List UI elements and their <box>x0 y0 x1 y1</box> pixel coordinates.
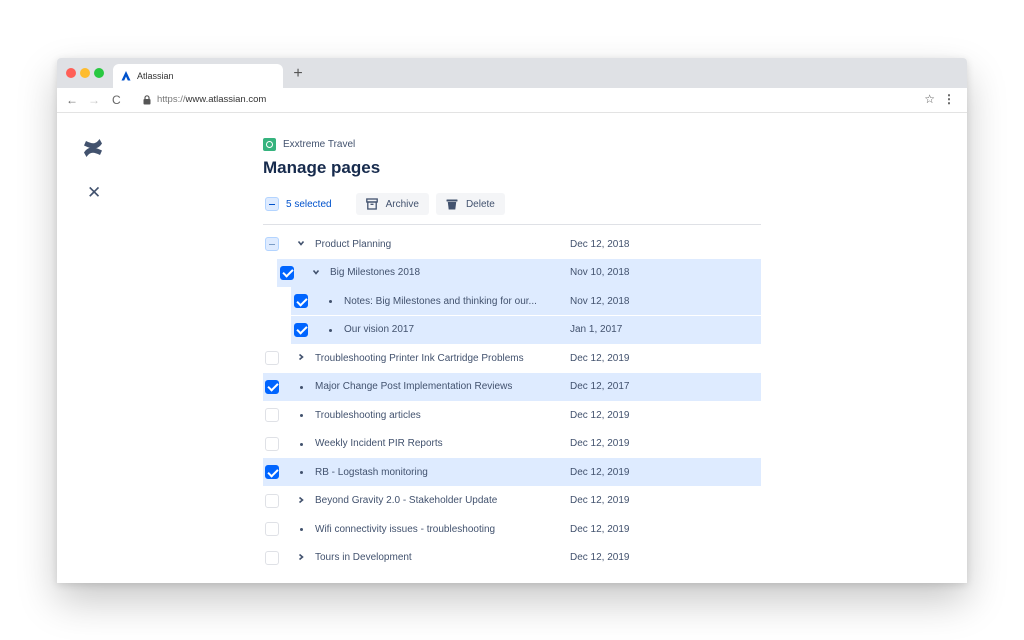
page-date: Nov 10, 2018 <box>570 267 630 278</box>
row-checkbox[interactable] <box>265 237 279 251</box>
space-name: Exxtreme Travel <box>283 139 356 150</box>
minimize-window-button[interactable] <box>80 68 90 78</box>
address-bar[interactable]: https:// www.atlassian.com <box>143 94 266 105</box>
page-link[interactable]: Major Change Post Implementation Reviews <box>315 381 512 392</box>
browser-menu-icon[interactable]: ⋮ <box>943 92 955 106</box>
page-link[interactable]: Notes: Big Milestones and thinking for o… <box>344 296 537 307</box>
row-checkbox[interactable] <box>265 351 279 365</box>
bullet-icon <box>324 325 336 335</box>
row-checkbox[interactable] <box>294 322 308 337</box>
atlassian-logo-icon <box>121 71 131 81</box>
page-date: Dec 12, 2019 <box>570 495 630 506</box>
lock-icon <box>143 94 151 104</box>
table-row[interactable]: Notes: Big Milestones and thinking for o… <box>291 287 761 315</box>
page-date: Dec 12, 2017 <box>570 381 630 392</box>
page-date: Jan 1, 2017 <box>570 324 623 335</box>
confluence-logo-icon[interactable] <box>83 138 103 158</box>
row-checkbox[interactable] <box>265 379 279 394</box>
divider <box>263 224 761 225</box>
page-link[interactable]: Wifi connectivity issues - troubleshooti… <box>315 524 495 535</box>
table-row[interactable]: Troubleshooting Printer Ink Cartridge Pr… <box>263 344 761 372</box>
bulk-action-bar: 5 selected Archive Delete <box>263 193 761 215</box>
page-link[interactable]: Weekly Incident PIR Reports <box>315 438 443 449</box>
page-link[interactable]: Beyond Gravity 2.0 - Stakeholder Update <box>315 495 497 506</box>
row-checkbox[interactable] <box>280 265 294 280</box>
reload-button[interactable]: C <box>112 92 121 108</box>
table-row[interactable]: Wifi connectivity issues - troubleshooti… <box>263 515 761 543</box>
page-link[interactable]: Big Milestones 2018 <box>330 267 420 278</box>
bullet-icon <box>295 439 307 449</box>
page-link[interactable]: Our vision 2017 <box>344 324 414 335</box>
chevron-down-icon[interactable] <box>310 268 322 278</box>
trash-icon <box>446 199 458 210</box>
page-date: Dec 12, 2019 <box>570 409 630 421</box>
chevron-right-icon[interactable] <box>295 353 307 363</box>
tab-bar: Atlassian + <box>57 58 967 88</box>
url-scheme: https:// <box>157 94 186 105</box>
bullet-icon <box>295 467 307 477</box>
page-date: Dec 12, 2019 <box>570 438 630 449</box>
browser-window: Atlassian + ← → C https:// www.atlassian… <box>57 58 967 583</box>
row-checkbox[interactable] <box>265 493 279 508</box>
page-link[interactable]: Product Planning <box>315 239 391 250</box>
row-checkbox[interactable] <box>294 294 308 308</box>
page-date: Dec 12, 2019 <box>570 523 630 535</box>
select-all-checkbox[interactable] <box>265 197 279 211</box>
selected-count: 5 selected <box>286 198 332 210</box>
page-link[interactable]: RB - Logstash monitoring <box>315 467 428 478</box>
row-checkbox[interactable] <box>265 408 279 422</box>
bullet-icon <box>295 382 307 392</box>
row-checkbox[interactable] <box>265 550 279 565</box>
bullet-icon <box>324 296 336 306</box>
table-row[interactable]: Troubleshooting articles Dec 12, 2019 <box>263 401 761 429</box>
chevron-right-icon[interactable] <box>295 496 307 506</box>
page-link[interactable]: Tours in Development <box>315 552 412 563</box>
table-row[interactable]: Our vision 2017 Jan 1, 2017 <box>291 315 761 344</box>
table-row[interactable]: Major Change Post Implementation Reviews… <box>263 372 761 401</box>
table-row[interactable]: Product Planning Dec 12, 2018 <box>263 230 761 258</box>
forward-button[interactable]: → <box>88 92 100 108</box>
browser-tab[interactable]: Atlassian <box>113 64 283 88</box>
delete-label: Delete <box>465 198 495 210</box>
close-icon[interactable]: ✕ <box>87 184 101 202</box>
page-link[interactable]: Troubleshooting Printer Ink Cartridge Pr… <box>315 353 524 364</box>
row-checkbox[interactable] <box>265 465 279 479</box>
page-date: Dec 12, 2019 <box>570 552 630 563</box>
bullet-icon <box>295 410 307 420</box>
archive-icon <box>365 198 378 210</box>
page-date: Dec 12, 2019 <box>570 352 630 364</box>
close-window-button[interactable] <box>66 68 76 78</box>
table-row[interactable]: RB - Logstash monitoring Dec 12, 2019 <box>263 458 761 486</box>
archive-button[interactable]: Archive <box>355 193 429 215</box>
maximize-window-button[interactable] <box>94 68 104 78</box>
back-button[interactable]: ← <box>66 92 78 108</box>
browser-toolbar: ← → C https:// www.atlassian.com ☆ ⋮ <box>57 88 967 113</box>
table-row[interactable]: Tours in Development Dec 12, 2019 <box>263 544 761 572</box>
chevron-down-icon[interactable] <box>295 239 307 249</box>
row-checkbox[interactable] <box>265 436 279 451</box>
page-date: Nov 12, 2018 <box>570 295 630 307</box>
space-avatar-icon <box>263 138 276 151</box>
archive-label: Archive <box>385 198 419 210</box>
table-row[interactable]: Big Milestones 2018 Nov 10, 2018 <box>277 258 761 287</box>
page-date: Dec 12, 2018 <box>570 238 630 250</box>
tab-title: Atlassian <box>137 71 174 81</box>
page-content: ✕ Exxtreme Travel Manage pages 5 selecte… <box>57 114 967 583</box>
space-breadcrumb[interactable]: Exxtreme Travel <box>263 138 355 151</box>
row-checkbox[interactable] <box>265 522 279 536</box>
chevron-right-icon[interactable] <box>295 553 307 563</box>
table-row[interactable]: Weekly Incident PIR Reports Dec 12, 2019 <box>263 430 761 458</box>
bookmark-star-icon[interactable]: ☆ <box>924 92 935 106</box>
table-row[interactable]: Beyond Gravity 2.0 - Stakeholder Update D… <box>263 487 761 515</box>
url-host: www.atlassian.com <box>185 94 267 105</box>
new-tab-button[interactable]: + <box>291 64 305 84</box>
page-title: Manage pages <box>263 158 381 177</box>
delete-button[interactable]: Delete <box>435 193 505 215</box>
page-date: Dec 12, 2019 <box>570 466 630 478</box>
bullet-icon <box>295 524 307 534</box>
page-link[interactable]: Troubleshooting articles <box>315 410 421 421</box>
